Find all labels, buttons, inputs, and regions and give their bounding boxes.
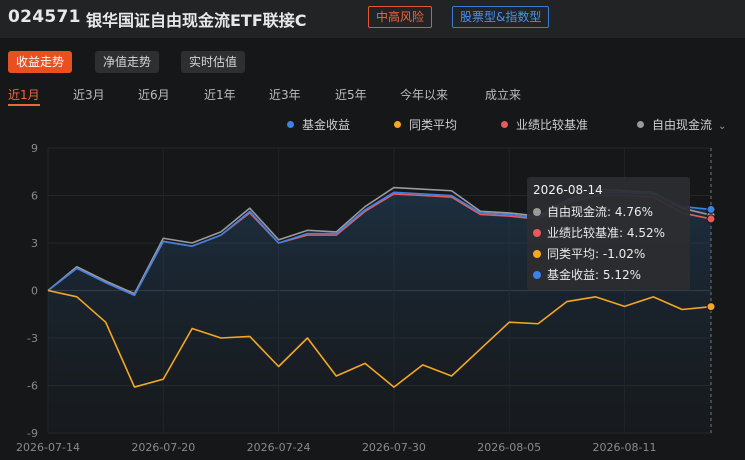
tooltip-row-peer-average: 同类平均: -1.02% bbox=[533, 244, 684, 265]
tooltip-dot-icon bbox=[533, 208, 541, 216]
x-axis-labels: 2026-07-14 2026-07-20 2026-07-24 2026-07-30… bbox=[16, 441, 656, 454]
period-5y[interactable]: 近5年 bbox=[335, 86, 367, 106]
tooltip-row-free-cashflow: 自由现金流: 4.76% bbox=[533, 202, 684, 223]
period-1m[interactable]: 近1月 bbox=[8, 86, 40, 106]
tooltip-dot-icon bbox=[533, 271, 541, 279]
legend-peer-average[interactable]: 同类平均 bbox=[394, 116, 457, 134]
legend-dot-icon bbox=[501, 121, 508, 128]
legend-index-selector[interactable]: 自由现金流 ⌄ bbox=[637, 116, 726, 136]
period-3y[interactable]: 近3年 bbox=[269, 86, 301, 106]
x-tick-label: 2026-07-14 bbox=[16, 441, 80, 454]
tooltip-dot-icon bbox=[533, 250, 541, 258]
y-tick-label: -6 bbox=[27, 380, 38, 393]
legend-dot-icon bbox=[394, 121, 401, 128]
series-endpoint-dot bbox=[706, 214, 716, 224]
risk-level-tag[interactable]: 中高风险 bbox=[368, 6, 433, 28]
x-tick-label: 2026-07-20 bbox=[131, 441, 195, 454]
fund-code: 024571 bbox=[8, 7, 81, 27]
series-endpoint-dot bbox=[706, 302, 716, 312]
tab-nav-trend[interactable]: 净值走势 bbox=[95, 51, 160, 73]
x-tick-label: 2026-07-24 bbox=[247, 441, 311, 454]
y-tick-label: -3 bbox=[27, 332, 38, 345]
legend-benchmark[interactable]: 业绩比较基准 bbox=[501, 116, 588, 134]
data-tooltip: 2026-08-14 自由现金流: 4.76% 业绩比较基准: 4.52% 同类… bbox=[527, 177, 690, 290]
y-tick-label: 6 bbox=[31, 190, 38, 203]
y-tick-label: -9 bbox=[27, 427, 38, 440]
y-axis-labels: 9 6 3 0 -3 -6 -9 bbox=[27, 142, 38, 440]
tab-return-trend[interactable]: 收益走势 bbox=[8, 51, 73, 73]
fund-type-tag[interactable]: 股票型&指数型 bbox=[452, 6, 550, 28]
tooltip-row-fund-return: 基金收益: 5.12% bbox=[533, 265, 684, 286]
legend-dot-icon bbox=[287, 121, 294, 128]
y-tick-label: 9 bbox=[31, 142, 38, 155]
period-6m[interactable]: 近6月 bbox=[138, 86, 170, 106]
y-tick-label: 0 bbox=[31, 285, 38, 298]
fund-header: 024571 银华国证自由现金流ETF联接C 中高风险 股票型&指数型 bbox=[0, 0, 745, 38]
legend-dot-icon bbox=[637, 121, 644, 128]
fund-name: 银华国证自由现金流ETF联接C bbox=[86, 11, 307, 30]
period-3m[interactable]: 近3月 bbox=[73, 86, 105, 106]
x-tick-label: 2026-07-30 bbox=[362, 441, 426, 454]
series-endpoint-dot bbox=[706, 204, 716, 214]
legend-fund-return[interactable]: 基金收益 bbox=[287, 116, 350, 134]
y-tick-label: 3 bbox=[31, 237, 38, 250]
period-tabs: 近1月 近3月 近6月 近1年 近3年 近5年 今年以来 成立来 bbox=[0, 86, 745, 108]
tooltip-dot-icon bbox=[533, 229, 541, 237]
tooltip-date: 2026-08-14 bbox=[533, 183, 603, 197]
x-tick-label: 2026-08-05 bbox=[477, 441, 541, 454]
tab-realtime-estimate[interactable]: 实时估值 bbox=[181, 51, 246, 73]
x-tick-label: 2026-08-11 bbox=[593, 441, 657, 454]
chevron-down-icon: ⌄ bbox=[718, 121, 727, 132]
period-ytd[interactable]: 今年以来 bbox=[400, 86, 448, 106]
period-since-inception[interactable]: 成立来 bbox=[485, 86, 521, 106]
period-1y[interactable]: 近1年 bbox=[204, 86, 236, 106]
tooltip-row-benchmark: 业绩比较基准: 4.52% bbox=[533, 223, 684, 244]
